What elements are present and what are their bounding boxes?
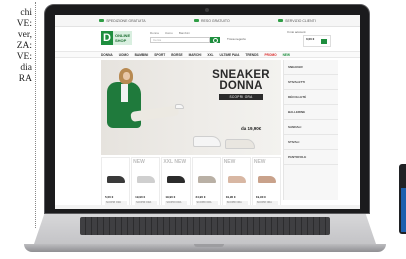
product-badge: NEW — [133, 159, 145, 165]
shoe-image — [197, 176, 216, 183]
nav-item-marchi[interactable]: MARCHI — [189, 53, 202, 57]
sidebar-item-sandali[interactable]: SANDALI — [284, 120, 338, 135]
shoe-image — [167, 176, 186, 183]
hero-title: SNEAKER DONNA — [203, 69, 279, 92]
topbar-item: RESO GRATUITO — [194, 19, 230, 23]
account-link[interactable]: Il mio account — [287, 30, 306, 34]
partial-device-screen — [401, 188, 406, 232]
hero-title-line: DONNA — [219, 80, 263, 92]
model-shirt — [121, 84, 128, 102]
product-price: 19,90 € — [135, 195, 146, 199]
subnav-link-donna[interactable]: Donna — [150, 31, 159, 35]
cart-icon — [321, 39, 327, 44]
product-card[interactable]: NEW 19,90 € SCOPRI ORA — [131, 157, 161, 209]
nav-item-trends[interactable]: TRENDS — [245, 53, 258, 57]
product-badge: NEW — [223, 159, 236, 165]
subnav-link-uomo[interactable]: Uomo — [165, 31, 173, 35]
dotted-divider — [35, 2, 36, 228]
hero-price: da 19,90€ — [241, 126, 262, 131]
nav-item-sport[interactable]: SPORT — [154, 53, 165, 57]
topbar-item: SPEDIZIONE GRATUITA — [99, 18, 146, 23]
sidebar-item-pantofole[interactable]: PANTOFOLE — [284, 150, 338, 165]
product-price: 24,90 € — [195, 195, 206, 199]
laptop-base — [10, 214, 400, 254]
magazine-line: ZA: — [16, 41, 32, 51]
model-sneaker — [175, 104, 184, 109]
cart-button[interactable]: 0,00 € — [303, 35, 331, 47]
nav-item-new[interactable]: NEW — [283, 53, 290, 57]
model-face — [123, 72, 130, 80]
sidebar-item-stivaletti[interactable]: STIVALETTI — [284, 75, 338, 90]
magazine-line: VE: — [16, 52, 32, 62]
topbar-label: SPEDIZIONE GRATUITA — [106, 18, 146, 23]
search-button[interactable] — [210, 37, 220, 43]
product-card[interactable]: NEW 19,90 € SCOPRI ORA — [251, 157, 282, 209]
laptop-lid: SPEDIZIONE GRATUITA RESO GRATUITO SERVIZ… — [44, 4, 370, 214]
nav-item-uomo[interactable]: UOMO — [119, 53, 129, 57]
nav-item-xxl[interactable]: XXL — [207, 53, 213, 57]
nav-item-donna[interactable]: DONNA — [101, 53, 113, 57]
laptop-front-edge — [24, 244, 386, 252]
sidebar-item-stivali[interactable]: STIVALI — [284, 135, 338, 150]
shoe-image — [227, 176, 246, 183]
topbar-label: SERVIZIO CLIENTI — [285, 18, 316, 23]
sneaker-image — [193, 136, 221, 147]
shoe-image — [257, 176, 276, 183]
category-nav: DONNA UOMO BAMBINI SPORT BORSE MARCHI XX… — [55, 51, 360, 58]
laptop-screen: SPEDIZIONE GRATUITA RESO GRATUITO SERVIZ… — [55, 15, 360, 209]
magazine-line: chi — [20, 8, 32, 18]
logo-line: SHOP — [115, 38, 127, 43]
sneaker-image — [225, 139, 255, 149]
magazine-line: VE: — [16, 19, 32, 29]
topbar-label: RESO GRATUITO — [201, 18, 230, 23]
magazine-line: RA — [18, 74, 32, 84]
opening-notch — [194, 244, 224, 247]
return-icon — [194, 19, 200, 22]
hero-cta-button[interactable]: SCOPRI ORA — [219, 94, 263, 100]
logo-letter: D — [101, 31, 113, 45]
service-topbar: SPEDIZIONE GRATUITA RESO GRATUITO SERVIZ… — [55, 15, 360, 27]
page-footer-strip — [55, 205, 360, 209]
product-badge: NEW — [253, 159, 266, 165]
topbar-item: SERVIZIO CLIENTI — [278, 19, 316, 23]
product-card[interactable]: XXL NEW 19,90 € SCOPRI ORA — [161, 157, 191, 209]
nav-item-bambini[interactable]: BAMBINI — [135, 53, 149, 57]
sidebar-item-decollete[interactable]: DÉCOLLETÉ — [284, 90, 338, 105]
sidebar-item-sneaker[interactable]: SNEAKER — [284, 60, 338, 75]
product-price: 19,90 € — [225, 195, 236, 199]
site-header: D ONLINE SHOP Donna Uomo Bambini Cerca T… — [55, 27, 360, 51]
gender-subnav: Donna Uomo Bambini — [150, 31, 190, 35]
site-logo[interactable]: D ONLINE SHOP — [101, 31, 133, 45]
subnav-link-bambini[interactable]: Bambini — [179, 31, 190, 35]
shoe-image — [107, 176, 125, 183]
truck-icon — [99, 19, 105, 22]
cart-total: 0,00 € — [306, 37, 315, 41]
product-row: 5,00 € SCOPRI ORA NEW 19,90 € SCOPRI ORA… — [101, 157, 282, 209]
magazine-text-column: chi VE: ver, ZA: VE: dia RA — [0, 0, 34, 235]
sidebar-item-ballerine[interactable]: BALLERINE — [284, 105, 338, 120]
category-sidebar: SNEAKER STIVALETTI DÉCOLLETÉ BALLERINE S… — [283, 60, 338, 200]
product-card[interactable]: NEW 19,90 € SCOPRI ORA — [221, 157, 251, 209]
nav-item-borse[interactable]: BORSE — [171, 53, 182, 57]
magazine-line: ver, — [17, 30, 32, 40]
product-price: 19,90 € — [165, 195, 176, 199]
product-price: 19,90 € — [255, 195, 266, 199]
product-price: 5,00 € — [105, 195, 114, 199]
nav-item-ultime-paia[interactable]: ULTIME PAIA — [220, 53, 240, 57]
product-card[interactable]: 5,00 € SCOPRI ORA — [101, 157, 131, 209]
product-badge: XXL NEW — [163, 159, 187, 165]
keyboard — [80, 217, 330, 235]
search-input[interactable]: Cerca — [150, 37, 210, 43]
logo-wordmark: ONLINE SHOP — [113, 31, 133, 45]
shoe-image — [137, 176, 156, 183]
magazine-line: dia — [20, 63, 32, 73]
phone-icon — [278, 19, 284, 22]
hero-banner[interactable]: SNEAKER DONNA SCOPRI ORA da 19,90€ — [101, 60, 281, 155]
store-finder-link[interactable]: Trova negozio — [227, 37, 246, 41]
product-card[interactable]: 24,90 € SCOPRI ORA — [191, 157, 221, 209]
camera-icon — [205, 8, 209, 12]
nav-item-promo[interactable]: PROMO — [265, 53, 277, 57]
